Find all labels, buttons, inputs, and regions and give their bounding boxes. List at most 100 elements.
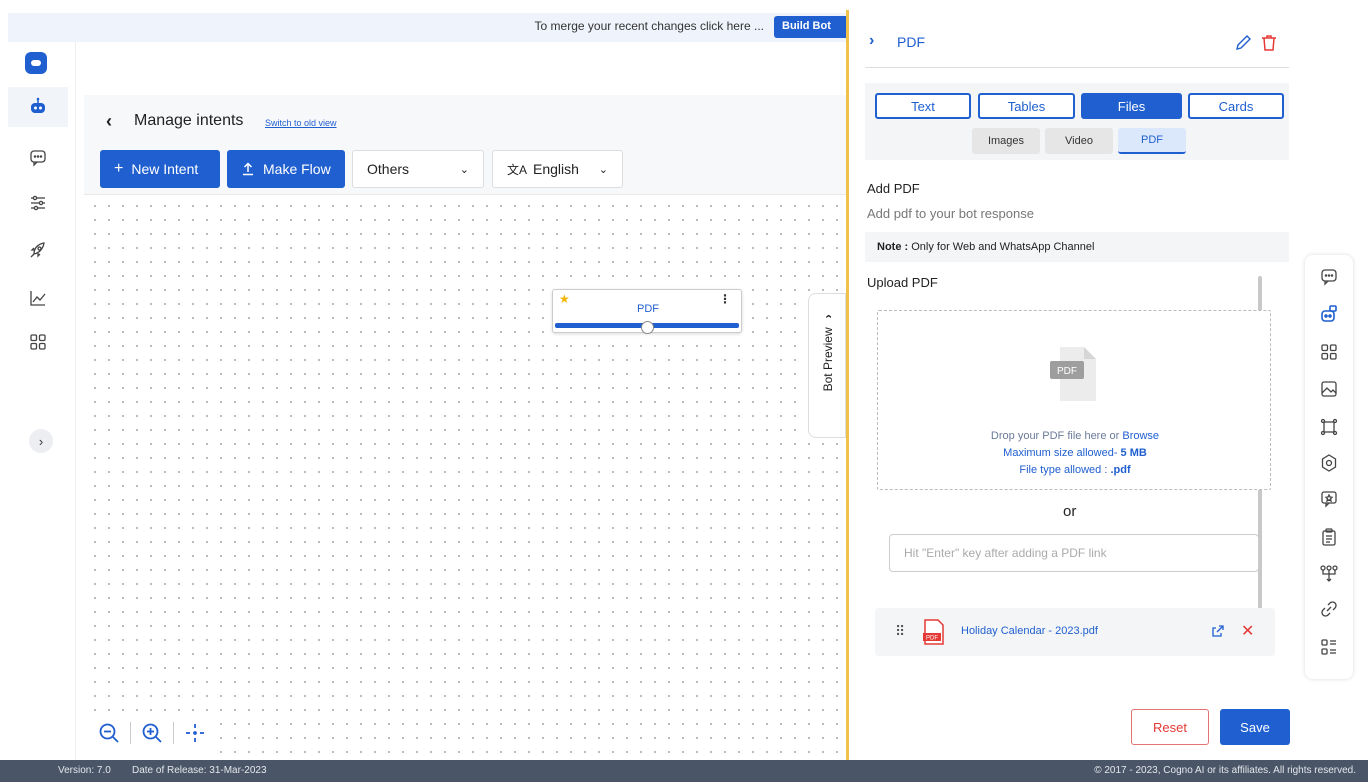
grid-icon[interactable] xyxy=(1319,342,1339,362)
tab-cards[interactable]: Cards xyxy=(1188,93,1284,119)
file-type-label: File type allowed : xyxy=(1019,464,1108,476)
zoom-out-icon[interactable] xyxy=(98,722,120,744)
channel-note: Note : Only for Web and WhatsApp Channel xyxy=(865,232,1289,262)
pdf-file-icon: PDF xyxy=(1050,347,1096,401)
footer: Version: 7.0 Date of Release: 31-Mar-202… xyxy=(0,760,1368,782)
response-tool-rail xyxy=(1305,255,1353,679)
file-type-info: File type allowed : .pdf xyxy=(878,464,1272,476)
category-dropdown[interactable]: Others ⌄ xyxy=(352,150,484,188)
sidebar-item-analytics[interactable] xyxy=(8,278,68,318)
bot-response-icon[interactable] xyxy=(1319,304,1339,324)
switch-old-view-link[interactable]: Switch to old view xyxy=(265,118,337,128)
grid-icon xyxy=(30,334,46,350)
tab-files[interactable]: Files xyxy=(1081,93,1182,119)
bot-preview-tab[interactable]: Bot Preview › xyxy=(808,293,846,438)
zoom-controls xyxy=(90,713,216,753)
pdf-icon-text: PDF xyxy=(1057,366,1077,377)
message-icon[interactable] xyxy=(1319,267,1339,287)
tab-text[interactable]: Text xyxy=(875,93,971,119)
drop-text: Drop your PDF file here or xyxy=(990,430,1120,442)
rocket-icon xyxy=(30,242,45,258)
remove-file-icon[interactable]: ✕ xyxy=(1241,621,1254,641)
frame-icon[interactable] xyxy=(1319,417,1339,437)
translate-icon: 文A xyxy=(507,162,528,177)
edit-icon[interactable] xyxy=(1233,33,1253,53)
sidebar-item-bot[interactable] xyxy=(8,87,68,127)
more-options-icon[interactable]: ⋮ xyxy=(719,292,731,306)
tab-tables[interactable]: Tables xyxy=(978,93,1075,119)
chat-icon xyxy=(30,150,46,167)
note-text: Only for Web and WhatsApp Channel xyxy=(911,241,1095,253)
browse-link[interactable]: Browse xyxy=(1122,430,1159,442)
zoom-divider xyxy=(130,722,131,744)
max-size-value: 5 MB xyxy=(1120,447,1147,459)
drag-handle-icon[interactable]: ⠿ xyxy=(895,623,905,640)
chart-icon xyxy=(30,291,46,306)
delete-icon[interactable] xyxy=(1259,33,1279,53)
language-dropdown[interactable]: 文A English ⌄ xyxy=(492,150,623,188)
reset-button[interactable]: Reset xyxy=(1131,709,1209,745)
pdf-badge-text: PDF xyxy=(926,636,938,642)
max-size-label: Maximum size allowed- xyxy=(1003,447,1118,459)
note-label: Note : xyxy=(877,241,909,253)
make-flow-label: Make Flow xyxy=(263,161,331,177)
language-group: 文A English xyxy=(507,161,579,178)
panel-title: PDF xyxy=(897,34,925,50)
bot-icon xyxy=(31,97,45,113)
app-logo[interactable] xyxy=(25,52,47,74)
upload-icon xyxy=(243,162,253,176)
or-separator: or xyxy=(1063,503,1077,520)
uploaded-file-name[interactable]: Holiday Calendar - 2023.pdf xyxy=(961,625,1098,637)
sidebar-item-apps[interactable] xyxy=(8,322,68,362)
sliders-icon xyxy=(31,195,45,211)
add-pdf-description: Add pdf to your bot response xyxy=(867,206,1034,221)
save-button[interactable]: Save xyxy=(1220,709,1290,745)
expand-sidebar-button[interactable]: › xyxy=(29,429,53,453)
subtab-pdf[interactable]: PDF xyxy=(1118,128,1186,154)
add-pdf-heading: Add PDF xyxy=(867,181,920,196)
file-type-value: .pdf xyxy=(1110,464,1131,476)
settings-icon[interactable] xyxy=(1319,453,1339,473)
flow-canvas[interactable]: ★ PDF ⋮ Bot Preview › xyxy=(84,195,846,760)
page-title: Manage intents xyxy=(134,112,244,129)
pdf-link-input[interactable] xyxy=(889,534,1259,572)
merge-message[interactable]: To merge your recent changes click here … xyxy=(535,19,764,33)
sidebar-item-deploy[interactable] xyxy=(8,230,68,270)
flow-icon[interactable] xyxy=(1319,564,1339,584)
language-value: English xyxy=(533,161,579,177)
copyright-text: © 2017 - 2023, Cogno AI or its affiliate… xyxy=(1094,765,1356,776)
chevron-down-icon: ⌄ xyxy=(598,163,608,176)
sidebar-item-settings[interactable] xyxy=(8,183,68,223)
image-icon[interactable] xyxy=(1319,379,1339,399)
bot-preview-label-group: Bot Preview › xyxy=(821,314,835,391)
zoom-in-icon[interactable] xyxy=(141,722,163,744)
open-external-icon[interactable] xyxy=(1211,624,1225,638)
upload-pdf-heading: Upload PDF xyxy=(867,275,938,290)
clipboard-icon[interactable] xyxy=(1319,527,1339,547)
flow-node-pdf[interactable]: ★ PDF ⋮ xyxy=(552,289,742,334)
link-icon[interactable] xyxy=(1319,599,1339,619)
drop-instructions: Drop your PDF file here or Browse xyxy=(878,430,1272,442)
response-editor-panel: › PDF Text Tables Files Cards Images Vid… xyxy=(846,10,1298,760)
node-title: PDF xyxy=(637,303,659,315)
feedback-icon[interactable] xyxy=(1319,489,1339,509)
collapse-panel-chevron-icon[interactable]: › xyxy=(869,32,874,50)
uploaded-file-row: ⠿ PDF Holiday Calendar - 2023.pdf ✕ xyxy=(875,608,1275,656)
make-flow-button[interactable]: Make Flow xyxy=(227,150,345,188)
merge-banner: To merge your recent changes click here … xyxy=(8,13,846,42)
pdf-drop-zone[interactable]: PDF Drop your PDF file here or Browse Ma… xyxy=(877,310,1271,490)
new-intent-button[interactable]: + New Intent xyxy=(100,150,220,188)
node-connector-handle[interactable] xyxy=(641,321,654,334)
subtab-images[interactable]: Images xyxy=(972,128,1040,154)
back-chevron-icon[interactable]: ‹ xyxy=(106,111,112,132)
intent-header: ‹ Manage intents Switch to old view + Ne… xyxy=(84,95,846,195)
chevron-down-icon: ⌄ xyxy=(459,163,469,176)
response-type-selector: Text Tables Files Cards Images Video PDF xyxy=(865,83,1289,160)
left-sidebar: › xyxy=(8,42,76,760)
subtab-video[interactable]: Video xyxy=(1045,128,1113,154)
build-bot-button[interactable]: Build Bot xyxy=(774,16,846,38)
fit-view-icon[interactable] xyxy=(184,722,206,744)
sidebar-item-messages[interactable] xyxy=(8,138,68,178)
pdf-document-icon: PDF xyxy=(923,619,944,645)
list-icon[interactable] xyxy=(1319,637,1339,657)
